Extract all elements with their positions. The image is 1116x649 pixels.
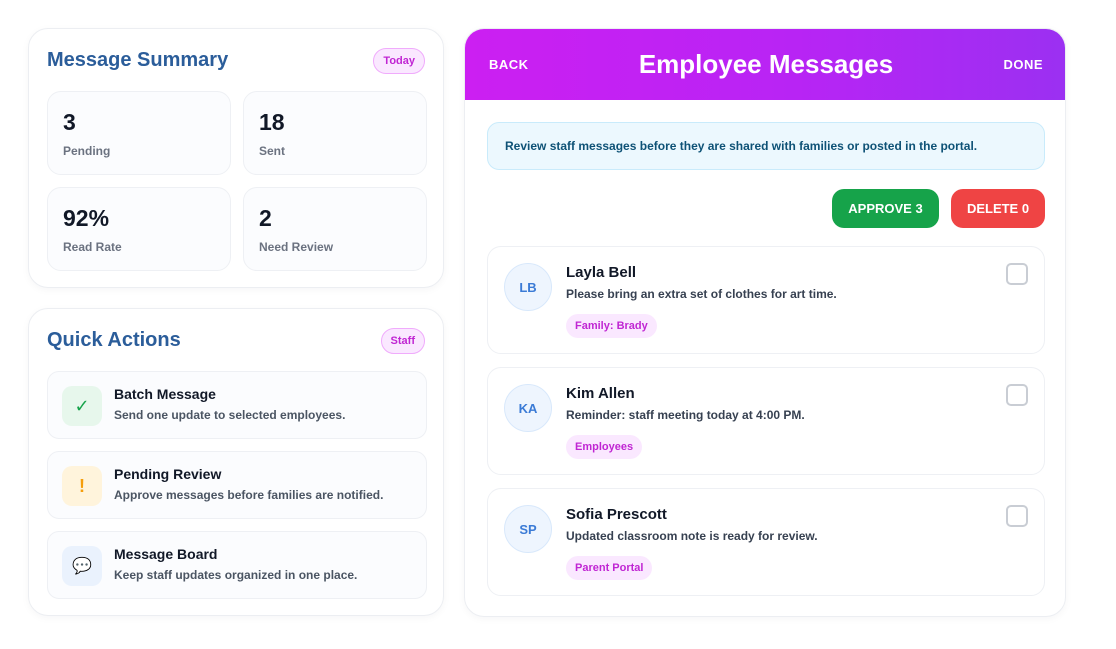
exclamation-icon: !: [62, 466, 102, 506]
pending-review-action[interactable]: ! Pending Review Approve messages before…: [47, 451, 427, 519]
message-summary-card: Message Summary Today 3 Pending 18 Sent …: [28, 28, 444, 288]
message-board-action[interactable]: 💬 Message Board Keep staff updates organ…: [47, 531, 427, 599]
stat-value: 3: [63, 109, 76, 135]
select-checkbox[interactable]: [1006, 263, 1028, 285]
action-subtitle: Keep staff updates organized in one plac…: [114, 568, 358, 582]
select-checkbox[interactable]: [1006, 384, 1028, 406]
message-item[interactable]: SP Sofia Prescott Updated classroom note…: [487, 488, 1045, 596]
recipient-tag: Family: Brady: [566, 314, 657, 338]
message-text: Please bring an extra set of clothes for…: [566, 287, 837, 301]
employee-messages-panel: BACK Employee Messages DONE Review staff…: [464, 28, 1066, 617]
sender-name: Sofia Prescott: [566, 506, 667, 523]
stat-value: 18: [259, 109, 285, 135]
check-icon: ✓: [62, 386, 102, 426]
avatar: SP: [504, 505, 552, 553]
stat-label: Read Rate: [63, 240, 122, 254]
sender-name: Kim Allen: [566, 385, 635, 402]
action-subtitle: Approve messages before families are not…: [114, 488, 384, 502]
message-item[interactable]: KA Kim Allen Reminder: staff meeting tod…: [487, 367, 1045, 475]
stat-read-rate: 92% Read Rate: [47, 187, 231, 271]
quick-actions-title: Quick Actions: [47, 329, 181, 351]
today-badge: Today: [373, 48, 425, 74]
done-button[interactable]: DONE: [1003, 57, 1043, 72]
stat-label: Sent: [259, 144, 286, 158]
stat-label: Need Review: [259, 240, 334, 254]
page-title: Employee Messages: [638, 49, 894, 79]
action-title: Message Board: [114, 546, 218, 562]
stat-sent: 18 Sent: [243, 91, 427, 175]
staff-badge: Staff: [380, 328, 425, 354]
action-title: Pending Review: [114, 466, 222, 482]
avatar: LB: [504, 263, 552, 311]
avatar: KA: [504, 384, 552, 432]
panel-header: BACK Employee Messages DONE: [465, 29, 1065, 100]
recipient-tag: Employees: [566, 435, 643, 459]
message-item[interactable]: LB Layla Bell Please bring an extra set …: [487, 246, 1045, 354]
quick-actions-card: Quick Actions Staff ✓ Batch Message Send…: [28, 308, 444, 616]
action-subtitle: Send one update to selected employees.: [114, 408, 346, 422]
message-summary-title: Message Summary: [47, 49, 229, 71]
action-title: Batch Message: [114, 386, 216, 402]
batch-message-action[interactable]: ✓ Batch Message Send one update to selec…: [47, 371, 427, 439]
speech-bubble-icon: 💬: [62, 546, 102, 586]
sender-name: Layla Bell: [566, 264, 637, 281]
stat-pending: 3 Pending: [47, 91, 231, 175]
stat-value: 92%: [63, 205, 110, 231]
message-text: Updated classroom note is ready for revi…: [566, 529, 818, 543]
delete-button[interactable]: DELETE 0: [951, 189, 1045, 228]
recipient-tag: Parent Portal: [566, 556, 653, 580]
stat-value: 2: [259, 205, 272, 231]
select-checkbox[interactable]: [1006, 505, 1028, 527]
approve-button[interactable]: APPROVE 3: [832, 189, 939, 228]
message-text: Reminder: staff meeting today at 4:00 PM…: [566, 408, 805, 422]
stat-label: Pending: [63, 144, 111, 158]
review-notice: Review staff messages before they are sh…: [487, 122, 1045, 170]
stat-need-review: 2 Need Review: [243, 187, 427, 271]
